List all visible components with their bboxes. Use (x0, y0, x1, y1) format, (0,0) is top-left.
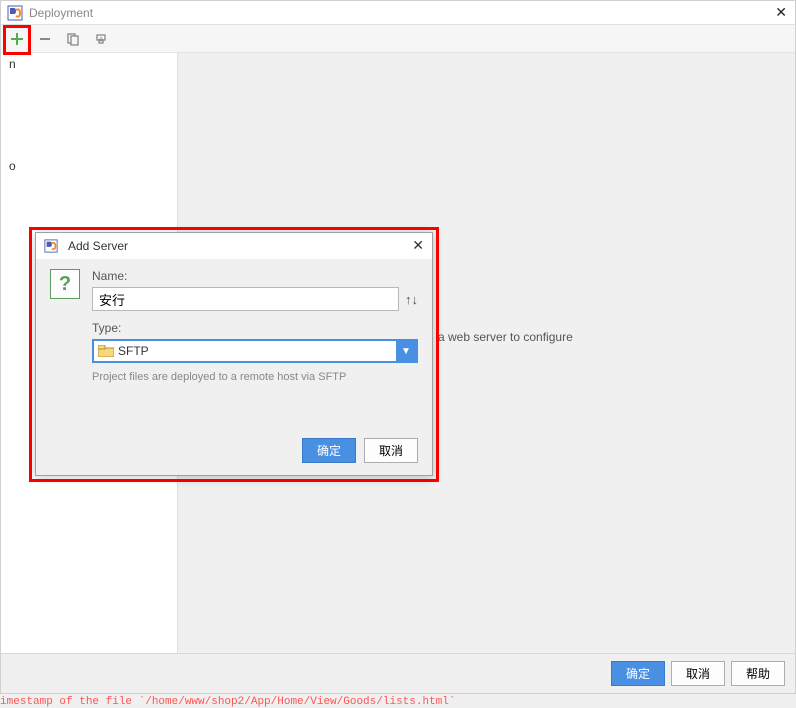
status-text: imestamp of the file `/home/www/shop2/Ap… (0, 696, 455, 708)
dialog-fields: Name: ↑↓ Type: SFTP ▼ Project files are … (92, 269, 418, 383)
sftp-icon (98, 344, 114, 358)
add-server-dialog: Add Server ✕ ? Name: ↑↓ Type: SFTP ▼ Pro… (35, 232, 433, 476)
window-title: Deployment (29, 6, 93, 20)
remove-button[interactable] (35, 29, 55, 49)
app-icon (44, 239, 58, 253)
type-label: Type: (92, 321, 418, 335)
app-icon (7, 5, 23, 21)
add-button[interactable] (7, 29, 27, 49)
name-input[interactable] (92, 287, 399, 311)
copy-icon[interactable] (63, 29, 83, 49)
dialog-close-icon[interactable]: ✕ (412, 237, 424, 254)
download-icon[interactable] (91, 29, 111, 49)
sidebar-text-fragment: o (5, 157, 173, 175)
bottom-bar: 确定 取消 帮助 (1, 653, 795, 693)
dialog-title: Add Server (68, 239, 128, 253)
toolbar (1, 25, 795, 53)
dialog-titlebar: Add Server ✕ (36, 233, 432, 259)
cancel-button[interactable]: 取消 (671, 661, 725, 686)
dialog-cancel-button[interactable]: 取消 (364, 438, 418, 463)
sort-icon[interactable]: ↑↓ (405, 293, 418, 306)
type-select[interactable]: SFTP ▼ (92, 339, 418, 363)
help-button[interactable]: 帮助 (731, 661, 785, 686)
type-description: Project files are deployed to a remote h… (92, 371, 418, 383)
window-close-icon[interactable]: ✕ (775, 4, 787, 21)
dialog-ok-button[interactable]: 确定 (302, 438, 356, 463)
ok-button[interactable]: 确定 (611, 661, 665, 686)
chevron-down-icon: ▼ (396, 341, 416, 361)
sidebar-text-fragment: n (5, 55, 173, 73)
question-icon: ? (50, 269, 80, 299)
dialog-body: ? Name: ↑↓ Type: SFTP ▼ Project files ar… (36, 259, 432, 383)
window-titlebar: Deployment ✕ (1, 1, 795, 25)
name-label: Name: (92, 269, 418, 283)
type-value: SFTP (118, 344, 396, 358)
dialog-footer: 确定 取消 (302, 438, 418, 463)
configure-hint: a web server to configure (438, 330, 573, 344)
